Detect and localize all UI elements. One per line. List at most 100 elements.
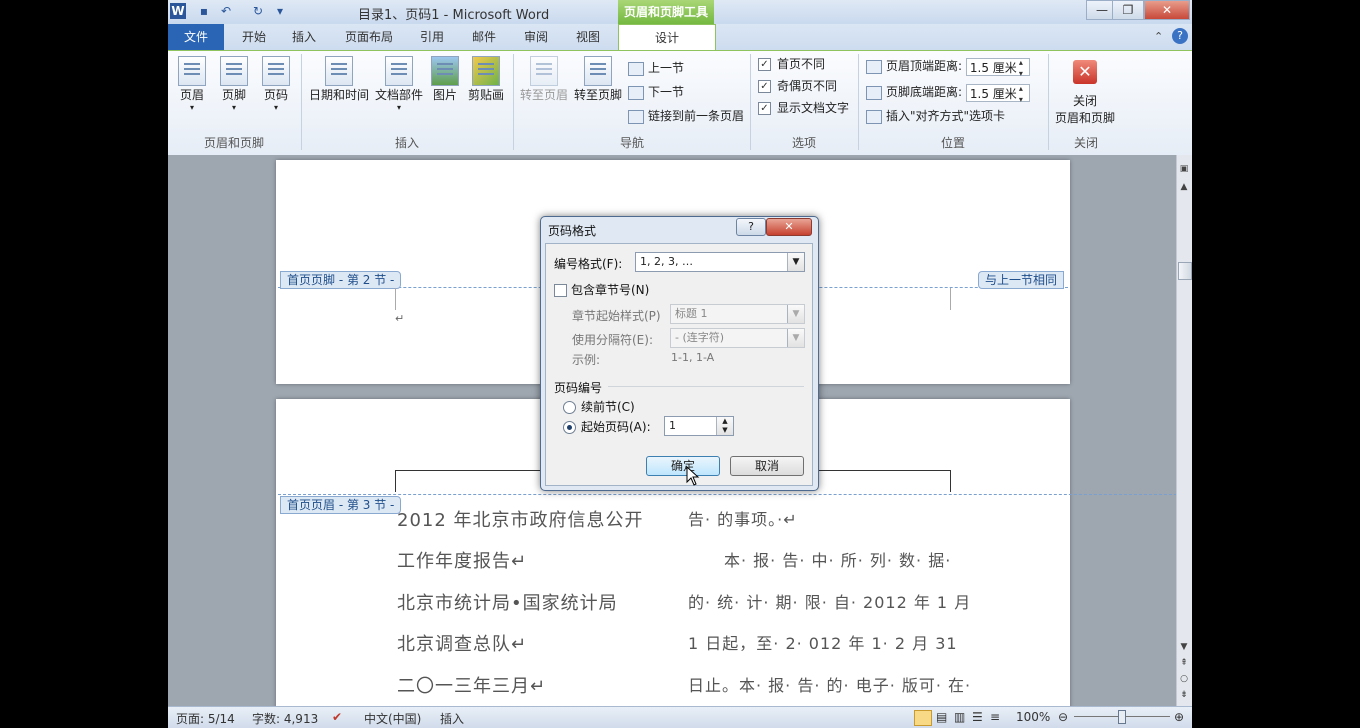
tab-insert[interactable]: 插入 [282, 24, 326, 50]
picture-button[interactable]: 图片 [428, 56, 462, 103]
collapse-ribbon-icon[interactable]: ⌃ [1154, 30, 1163, 43]
dropdown-arrow-icon: ▾ [189, 103, 194, 112]
dialog-close-button[interactable]: ✕ [766, 218, 812, 236]
continue-previous-option[interactable]: 续前节(C) [563, 398, 635, 415]
go-to-header-button[interactable]: 转至页眉 [518, 56, 570, 103]
tab-file[interactable]: 文件 [168, 24, 224, 50]
footer-section-tag: 首页页脚 - 第 2 节 - [280, 271, 402, 289]
tab-design[interactable]: 设计 [618, 24, 716, 52]
help-icon[interactable]: ? [1172, 28, 1188, 44]
start-at-option[interactable]: 起始页码(A): [563, 418, 651, 435]
picture-icon [431, 56, 459, 86]
tab-mailings[interactable]: 邮件 [464, 24, 504, 50]
save-icon[interactable]: ▪ [196, 3, 212, 19]
numbering-section-label: 页码编号 [554, 381, 603, 395]
footer-distance-input[interactable]: 1.5 厘米 [965, 83, 1030, 105]
ruler-toggle-icon[interactable]: ▣ [1176, 162, 1192, 176]
quick-parts-button[interactable]: 文档部件 ▾ [372, 56, 426, 112]
ok-button[interactable]: 确定 [646, 456, 720, 476]
start-at-input[interactable]: 1 ▲ ▼ [664, 416, 734, 436]
body-text-right: 日止。本· 报· 告· 的· 电子· 版可· 在· [688, 676, 972, 695]
same-as-previous-tag: 与上一节相同 [978, 271, 1065, 289]
body-text-left: 北京调查总队↵ [397, 634, 528, 655]
insert-alignment-tab-button[interactable]: 插入"对齐方式"选项卡 [866, 106, 1005, 126]
previous-section-button[interactable]: 上一节 [628, 58, 684, 78]
word-icon[interactable]: W [170, 3, 186, 19]
maximize-button[interactable]: ❐ [1112, 0, 1144, 20]
insert-mode[interactable]: 插入 [440, 710, 464, 727]
page-count[interactable]: 页面: 5/14 [176, 710, 235, 727]
language-indicator[interactable]: 中文(中国) [364, 710, 421, 727]
example-value: 1-1, 1-A [671, 351, 715, 364]
header-distance-input[interactable]: 1.5 厘米 [965, 57, 1030, 79]
link-to-previous-button[interactable]: 链接到前一条页眉 [628, 106, 744, 126]
customize-icon[interactable]: ▾ [272, 3, 288, 19]
close-window-button[interactable]: ✕ [1144, 0, 1190, 20]
browse-object-icon[interactable]: ○ [1176, 672, 1192, 686]
dropdown-arrow-icon: ▼ [787, 253, 804, 271]
redo-icon[interactable]: ↻ [250, 3, 266, 19]
start-at-radio[interactable] [563, 421, 576, 434]
option-label: 首页不同 [777, 57, 826, 71]
checkbox-checked[interactable]: ✓ [758, 80, 771, 93]
tab-view[interactable]: 视图 [568, 24, 608, 50]
quick-parts-icon [385, 56, 413, 86]
vertical-scrollbar[interactable] [1176, 155, 1192, 706]
dropdown-arrow-icon: ▾ [396, 103, 401, 112]
date-time-button[interactable]: 日期和时间 [306, 56, 372, 103]
picture-label: 图片 [432, 88, 457, 102]
footer-icon [220, 56, 248, 86]
zoom-in-icon[interactable]: ⊕ [1174, 710, 1184, 724]
include-chapter-label: 包含章节号(N) [571, 283, 650, 297]
scroll-thumb[interactable] [1178, 262, 1192, 280]
tab-review[interactable]: 审阅 [516, 24, 556, 50]
checkbox-checked[interactable]: ✓ [758, 102, 771, 115]
undo-icon[interactable]: ↶ [218, 3, 234, 19]
zoom-slider-thumb[interactable] [1118, 710, 1126, 724]
group-label-navigation: 导航 [619, 136, 644, 150]
draft-icon[interactable]: ≡ [990, 710, 1000, 724]
clip-art-button[interactable]: 剪贴画 [466, 56, 506, 103]
zoom-level[interactable]: 100% [1016, 710, 1050, 724]
number-format-select[interactable]: 1, 2, 3, … ▼ [635, 252, 805, 272]
clip-art-label: 剪贴画 [467, 88, 504, 102]
different-first-page-option[interactable]: ✓ 首页不同 [758, 54, 825, 74]
page-number-button[interactable]: 页码 ▾ [258, 56, 294, 112]
scroll-up-icon[interactable]: ▲ [1176, 180, 1192, 194]
close-header-footer-button[interactable]: ✕ 关闭 页眉和页脚 [1052, 60, 1118, 126]
web-layout-icon[interactable]: ▥ [954, 710, 965, 724]
start-at-value: 1 [669, 419, 676, 432]
scroll-down-icon[interactable]: ▼ [1176, 640, 1192, 654]
show-document-text-option[interactable]: ✓ 显示文档文字 [758, 98, 849, 118]
next-page-icon[interactable]: ⇟ [1176, 688, 1192, 702]
outline-icon[interactable]: ☰ [972, 710, 983, 724]
cancel-button[interactable]: 取消 [730, 456, 804, 476]
proofing-icon[interactable]: ✔ [332, 710, 342, 724]
chapter-style-select[interactable]: 标题 1 ▼ [670, 304, 805, 324]
tab-page-layout[interactable]: 页面布局 [336, 24, 402, 50]
example-label: 示例: [572, 353, 601, 367]
checkbox-checked[interactable]: ✓ [758, 58, 771, 71]
tab-home[interactable]: 开始 [230, 24, 278, 50]
group-label-options: 选项 [791, 136, 816, 150]
previous-page-icon[interactable]: ⇞ [1176, 656, 1192, 670]
include-chapter-option[interactable]: 包含章节号(N) [554, 281, 649, 298]
dialog-help-button[interactable]: ? [736, 218, 766, 236]
header-button[interactable]: 页眉 ▾ [174, 56, 210, 112]
include-chapter-checkbox[interactable] [554, 284, 567, 297]
word-count[interactable]: 字数: 4,913 [252, 710, 318, 727]
tab-references[interactable]: 引用 [412, 24, 452, 50]
next-section-button[interactable]: 下一节 [628, 82, 684, 102]
next-section-label: 下一节 [648, 85, 685, 99]
continue-radio[interactable] [563, 401, 576, 414]
separator-select[interactable]: - (连字符) ▼ [670, 328, 805, 348]
footer-button[interactable]: 页脚 ▾ [216, 56, 252, 112]
zoom-out-icon[interactable]: ⊖ [1058, 710, 1068, 724]
different-odd-even-option[interactable]: ✓ 奇偶页不同 [758, 76, 837, 96]
close-button-label: 关闭 [1072, 94, 1097, 108]
full-screen-icon[interactable]: ▤ [936, 710, 947, 724]
go-to-footer-button[interactable]: 转至页脚 [572, 56, 624, 103]
section-divider [608, 386, 804, 387]
alignment-tab-icon [866, 109, 882, 124]
print-layout-icon[interactable] [914, 710, 932, 726]
